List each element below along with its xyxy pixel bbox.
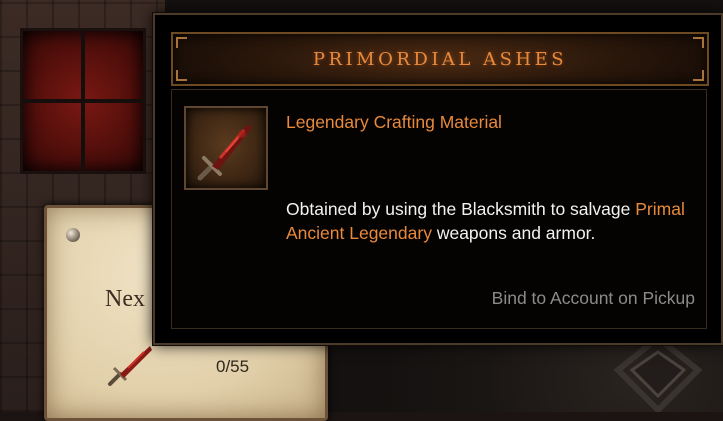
item-name: PRIMORDIAL ASHES bbox=[312, 48, 568, 70]
item-type: Legendary Crafting Material bbox=[286, 112, 502, 132]
item-tooltip: PRIMORDIAL ASHES Legendary Crafting Mate… bbox=[153, 13, 723, 345]
pin-icon bbox=[66, 228, 80, 242]
material-progress: 0/55 bbox=[216, 357, 250, 376]
stained-glass-window bbox=[20, 28, 146, 174]
description-text: Obtained by using the Blacksmith to salv… bbox=[286, 199, 631, 219]
tooltip-body: Legendary Crafting Material Obtained by … bbox=[171, 89, 707, 329]
bind-status: Bind to Account on Pickup bbox=[491, 288, 695, 308]
item-description: Obtained by using the Blacksmith to salv… bbox=[286, 197, 686, 245]
ornament-corner bbox=[693, 70, 704, 81]
sword-icon bbox=[197, 124, 252, 181]
item-icon-slot bbox=[184, 106, 268, 190]
panel-heading: Nex bbox=[105, 286, 145, 312]
tooltip-header: PRIMORDIAL ASHES bbox=[171, 32, 709, 86]
ornament-corner bbox=[176, 70, 187, 81]
sword-icon bbox=[108, 346, 152, 386]
ornament-corner bbox=[693, 37, 704, 48]
ornament-corner bbox=[176, 37, 187, 48]
description-text: weapons and armor. bbox=[436, 223, 596, 243]
